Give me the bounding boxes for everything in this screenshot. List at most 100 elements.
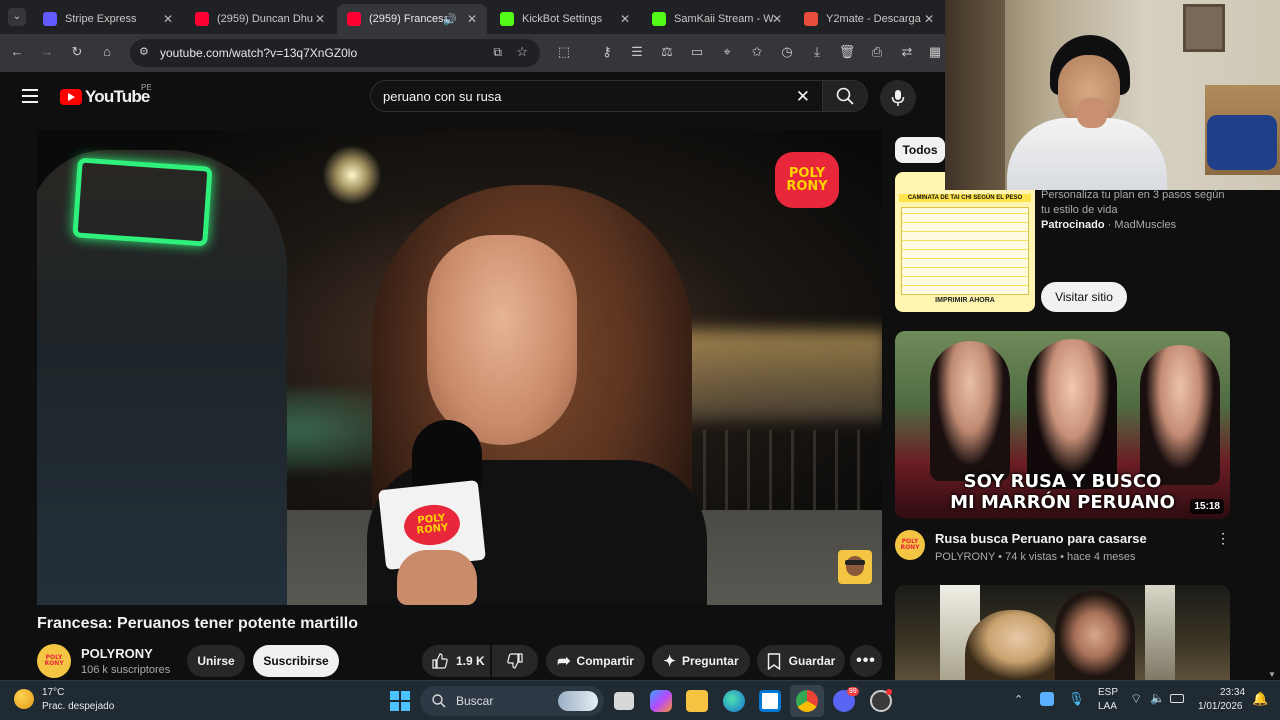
weather-description: Prac. despejado bbox=[42, 701, 115, 712]
more-vertical-icon[interactable]: ⋮ bbox=[1216, 531, 1230, 545]
ad-thumbnail[interactable]: PLAN DE CAMINATA DE TAI CHI SEGÚN EL PES… bbox=[895, 172, 1035, 312]
taskbar-search-box[interactable]: Buscar bbox=[420, 686, 604, 716]
trash-icon[interactable]: 🗑 bbox=[838, 44, 856, 60]
address-bar[interactable]: ⚙ youtube.com/watch?v=13q7XnGZ0lo ⧉ ☆ bbox=[130, 39, 540, 67]
channel-avatar[interactable]: POLY RONY bbox=[37, 644, 71, 678]
install-app-icon[interactable]: ⧉ bbox=[493, 45, 502, 60]
favorites-icon[interactable]: ✩ bbox=[748, 44, 766, 60]
weather-temperature: 17°C bbox=[42, 687, 65, 698]
downloads-icon[interactable]: ⤓ bbox=[808, 44, 826, 60]
share-button[interactable]: ➦ Compartir bbox=[546, 645, 645, 677]
scroll-down-arrow-icon[interactable]: ▼ bbox=[1268, 670, 1276, 679]
close-icon[interactable]: ✕ bbox=[772, 12, 782, 26]
youtube-logo[interactable]: YouTube bbox=[60, 87, 150, 107]
print-icon[interactable]: ⎙ bbox=[868, 44, 886, 60]
channel-branding-watermark[interactable] bbox=[838, 550, 872, 584]
tab-title: SamKaii Stream - Wa bbox=[674, 13, 774, 25]
recommendation-thumbnail[interactable]: SOY RUSA Y BUSCO MI MARRÓN PERUANO 15:18 bbox=[895, 331, 1230, 519]
more-actions-button[interactable]: ••• bbox=[850, 645, 882, 677]
translate-icon[interactable]: ⇄ bbox=[898, 44, 916, 60]
browser-tab[interactable]: Stripe Express ✕ bbox=[33, 4, 183, 34]
windows-taskbar: 17°C Prac. despejado Buscar 99 ⌃ 🎙 ESP L… bbox=[0, 680, 1280, 720]
back-icon[interactable]: ← bbox=[8, 44, 26, 59]
tray-chevron-icon[interactable]: ⌃ bbox=[1014, 693, 1023, 706]
tray-microphone-icon[interactable]: 🎙 bbox=[1068, 691, 1085, 707]
forward-icon[interactable]: → bbox=[38, 44, 56, 59]
extensions-icon[interactable]: ⬚ bbox=[555, 44, 573, 60]
street-lamp-light bbox=[322, 145, 382, 205]
ask-button[interactable]: ✦ Preguntar bbox=[652, 645, 750, 677]
search-button[interactable] bbox=[822, 80, 868, 112]
close-icon[interactable]: ✕ bbox=[315, 12, 325, 26]
windows-start-icon[interactable] bbox=[390, 691, 410, 711]
audio-playing-icon[interactable]: 🔊 bbox=[443, 13, 457, 26]
password-key-icon[interactable]: ⚷ bbox=[598, 44, 616, 60]
reload-icon[interactable]: ↻ bbox=[68, 44, 86, 60]
browser-tab[interactable]: (2959) Duncan Dhu ✕ bbox=[185, 4, 335, 34]
ad-thumb-cta: IMPRIMIR AHORA bbox=[935, 297, 995, 304]
task-view-icon[interactable] bbox=[614, 692, 634, 710]
like-button[interactable]: 1.9 K bbox=[422, 645, 490, 677]
close-icon[interactable]: ✕ bbox=[924, 12, 934, 26]
browser-tab[interactable]: KickBot Settings ✕ bbox=[490, 4, 640, 34]
hamburger-menu-icon[interactable] bbox=[22, 89, 38, 103]
browser-tab-active[interactable]: (2959) Francesa: 🔊 ✕ bbox=[337, 4, 487, 34]
microsoft-store-icon[interactable] bbox=[759, 690, 781, 712]
stripe-icon bbox=[43, 12, 57, 26]
tools-icon[interactable]: ⚖ bbox=[658, 44, 676, 60]
apps-grid-icon[interactable]: ▦ bbox=[926, 44, 944, 60]
volume-icon[interactable]: 🔈 bbox=[1150, 691, 1165, 705]
clock-date[interactable]: 1/01/2026 bbox=[1198, 701, 1243, 712]
subscribe-button[interactable]: Suscribirse bbox=[253, 645, 339, 677]
thumb-person bbox=[1140, 345, 1220, 485]
channel-name[interactable]: POLYRONY bbox=[81, 646, 153, 661]
video-duration-badge: 15:18 bbox=[1190, 499, 1224, 514]
keyboard-layout[interactable]: LAA bbox=[1098, 701, 1117, 712]
location-pin-icon[interactable]: ⌖ bbox=[718, 44, 736, 60]
file-explorer-icon[interactable] bbox=[686, 690, 708, 712]
ad-description-line1: Personaliza tu plan en 3 pasos según bbox=[1041, 189, 1225, 201]
search-input[interactable]: peruano con su rusa ✕ bbox=[370, 80, 825, 112]
history-icon[interactable]: ◷ bbox=[778, 44, 796, 60]
clear-search-icon[interactable]: ✕ bbox=[796, 87, 810, 107]
browser-tab[interactable]: Y2mate - Descargar ✕ bbox=[794, 4, 944, 34]
payment-card-icon[interactable]: ▭ bbox=[688, 44, 706, 60]
weather-widget[interactable]: 17°C Prac. despejado bbox=[14, 687, 134, 715]
discord-notification-badge: 99 bbox=[847, 687, 859, 696]
close-icon[interactable]: ✕ bbox=[163, 12, 173, 26]
filter-chip-all[interactable]: Todos bbox=[895, 137, 945, 163]
voice-search-button[interactable] bbox=[880, 80, 916, 116]
site-info-icon[interactable]: ⚙ bbox=[139, 45, 149, 58]
dislike-button[interactable] bbox=[492, 645, 538, 677]
tab-search-dropdown-icon[interactable]: ⌄ bbox=[8, 8, 26, 26]
close-icon[interactable]: ✕ bbox=[620, 12, 630, 26]
battery-icon[interactable] bbox=[1170, 694, 1184, 703]
subscriber-count: 106 k suscriptores bbox=[81, 664, 171, 676]
tray-app-icon[interactable] bbox=[1040, 692, 1054, 706]
home-icon[interactable]: ⌂ bbox=[98, 44, 116, 59]
video-player[interactable]: POLY RONY POLY RONY bbox=[37, 130, 882, 605]
youtube-header: YouTube PE peruano con su rusa ✕ bbox=[0, 72, 945, 122]
advertiser-name: MadMuscles bbox=[1114, 219, 1177, 231]
channel-avatar[interactable]: POLY RONY bbox=[895, 530, 925, 560]
edge-browser-icon[interactable] bbox=[723, 690, 745, 712]
save-button[interactable]: Guardar bbox=[757, 645, 845, 677]
visit-site-button[interactable]: Visitar sitio bbox=[1041, 282, 1127, 312]
thumb-person bbox=[965, 610, 1060, 680]
tab-title: Stripe Express bbox=[65, 13, 137, 25]
recommendation-thumbnail[interactable] bbox=[895, 585, 1230, 680]
search-icon bbox=[836, 87, 854, 105]
input-language[interactable]: ESP bbox=[1098, 687, 1118, 698]
reading-list-icon[interactable]: ☰ bbox=[628, 44, 646, 60]
tab-title: (2959) Duncan Dhu bbox=[217, 13, 314, 25]
clock-time[interactable]: 23:34 bbox=[1220, 687, 1245, 698]
chrome-icon[interactable] bbox=[796, 690, 818, 712]
close-icon[interactable]: ✕ bbox=[467, 12, 477, 26]
notifications-bell-icon[interactable]: 🔔 bbox=[1252, 691, 1268, 707]
copilot-icon[interactable] bbox=[650, 690, 672, 712]
join-button[interactable]: Unirse bbox=[187, 645, 245, 677]
bookmark-star-icon[interactable]: ☆ bbox=[516, 44, 528, 60]
recommendation-title[interactable]: Rusa busca Peruano para casarse bbox=[935, 531, 1147, 546]
browser-tab[interactable]: SamKaii Stream - Wa ✕ bbox=[642, 4, 792, 34]
wifi-icon[interactable]: ⌔ bbox=[1130, 691, 1142, 707]
